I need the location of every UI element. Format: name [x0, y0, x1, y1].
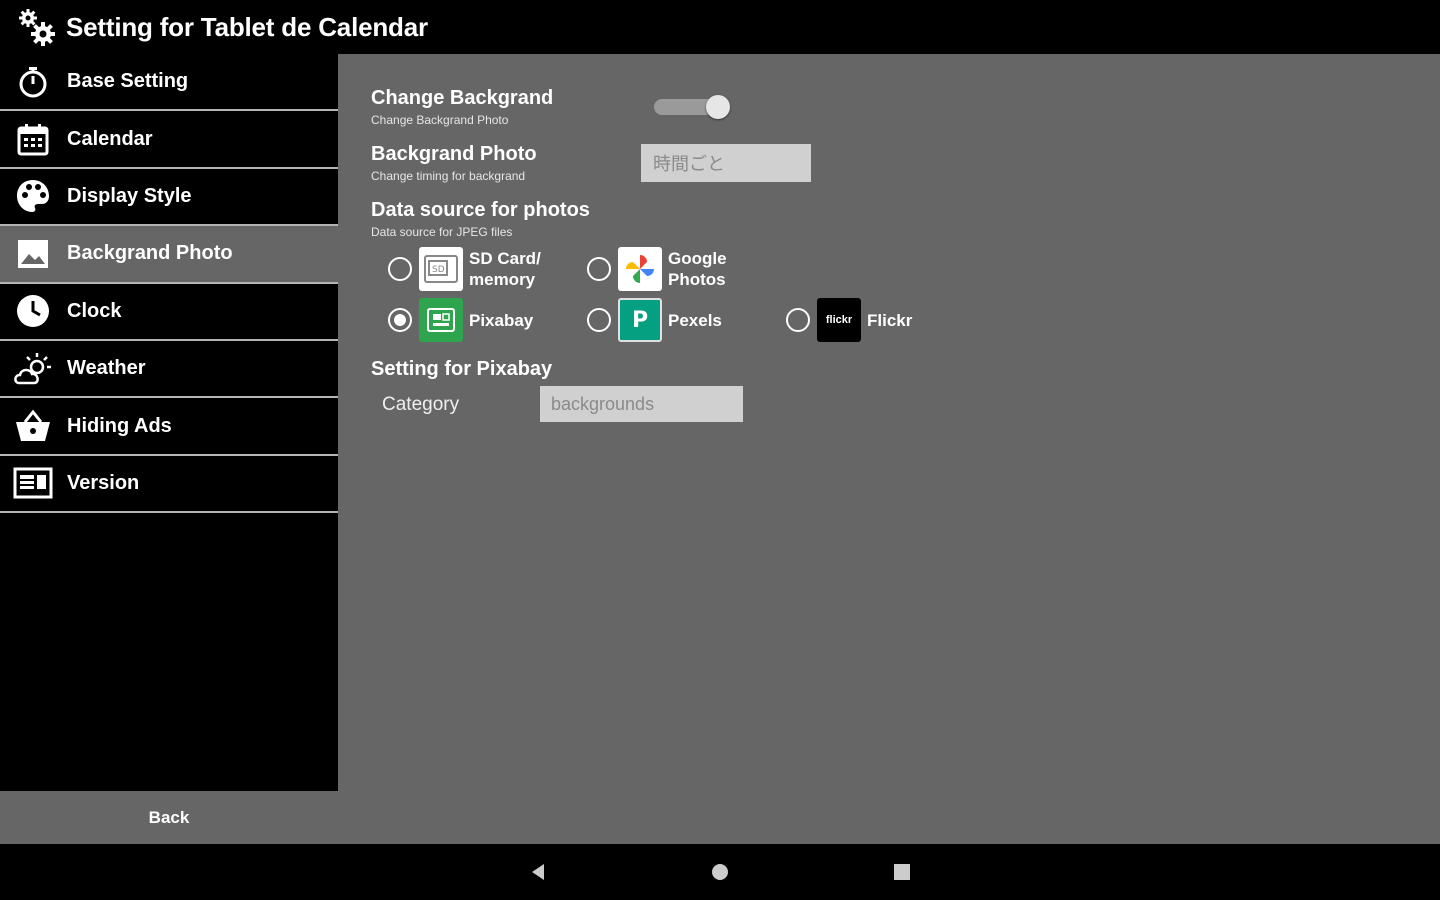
flickr-logo-text: flickr — [825, 314, 853, 326]
category-input[interactable]: backgrounds — [540, 386, 743, 422]
toggle-thumb — [706, 95, 730, 119]
google-photos-icon — [618, 247, 662, 291]
background-photo-setting: Backgrand Photo Change timing for backgr… — [371, 143, 537, 183]
sidebar-item-label: Clock — [67, 299, 122, 322]
sidebar-item-base-setting[interactable]: Base Setting — [0, 54, 338, 112]
sd-card-icon: SD — [419, 247, 463, 291]
image-icon — [13, 234, 53, 274]
calendar-icon — [13, 119, 53, 159]
sd-card-radio[interactable] — [388, 257, 412, 281]
source-label: Pixabay — [469, 310, 534, 330]
stopwatch-icon — [13, 62, 53, 102]
sidebar-item-label: Version — [67, 471, 140, 494]
basket-icon — [13, 406, 53, 446]
gears-icon — [14, 5, 58, 49]
change-background-toggle[interactable] — [654, 95, 730, 119]
sd-logo-text: SD — [432, 265, 445, 275]
weather-icon — [13, 349, 53, 389]
source-label: Flickr — [867, 310, 913, 330]
settings-panel: Change Backgrand Change Backgrand Photo … — [338, 54, 1440, 791]
sidebar-item-version[interactable]: Version — [0, 456, 338, 514]
setting-title: Backgrand Photo — [371, 143, 537, 165]
sidebar-item-label: Calendar — [67, 127, 153, 150]
back-button[interactable]: Back — [0, 791, 338, 844]
nav-recents-icon[interactable] — [884, 854, 920, 890]
pixabay-icon — [419, 298, 463, 342]
sidebar-item-label: Base Setting — [67, 70, 189, 93]
system-nav-bar — [0, 844, 1440, 900]
page-title: Setting for Tablet de Calendar — [66, 11, 428, 42]
source-label: SD Card/ memory — [469, 249, 541, 289]
flickr-radio[interactable] — [786, 308, 810, 332]
source-option-sd-card[interactable]: SD SD Card/ memory — [388, 247, 541, 291]
pexels-icon: P — [618, 298, 662, 342]
clock-icon — [13, 291, 53, 331]
sidebar-item-label: Display Style — [67, 184, 192, 207]
title-bar: Setting for Tablet de Calendar — [0, 0, 1440, 54]
category-label: Category — [382, 394, 460, 415]
sidebar-item-label: Hiding Ads — [67, 414, 172, 437]
sidebar-item-background-photo[interactable]: Backgrand Photo — [0, 226, 338, 284]
sidebar-item-label: Backgrand Photo — [67, 242, 233, 265]
sidebar-item-label: Weather — [67, 357, 146, 380]
pixabay-setting: Setting for Pixabay — [371, 358, 552, 381]
source-label: Google Photos — [668, 249, 727, 289]
sidebar: Base Setting Calendar Display Style Back… — [0, 54, 338, 791]
change-background-setting: Change Backgrand Change Backgrand Photo — [371, 87, 553, 127]
source-option-flickr[interactable]: flickr Flickr — [786, 298, 912, 342]
setting-title: Change Backgrand — [371, 87, 554, 109]
google-photos-radio[interactable] — [587, 257, 611, 281]
setting-title: Setting for Pixabay — [371, 358, 553, 380]
pexels-logo-text: P — [631, 307, 649, 333]
version-icon — [13, 463, 53, 503]
nav-home-icon[interactable] — [702, 854, 738, 890]
sidebar-item-calendar[interactable]: Calendar — [0, 111, 338, 169]
pexels-radio[interactable] — [587, 308, 611, 332]
sidebar-item-clock[interactable]: Clock — [0, 284, 338, 341]
back-bar: Back — [0, 791, 1440, 844]
sidebar-item-hiding-ads[interactable]: Hiding Ads — [0, 398, 338, 456]
pixabay-radio[interactable] — [388, 308, 412, 332]
palette-icon — [13, 176, 53, 216]
setting-subtitle: Data source for JPEG files — [371, 225, 513, 239]
source-option-google-photos[interactable]: Google Photos — [587, 247, 727, 291]
setting-subtitle: Change Backgrand Photo — [371, 113, 509, 127]
nav-back-icon[interactable] — [520, 854, 556, 890]
data-source-setting: Data source for photos Data source for J… — [371, 199, 590, 239]
background-timing-select[interactable]: 時間ごと — [641, 144, 811, 182]
setting-title: Data source for photos — [371, 199, 590, 221]
source-label: Pexels — [668, 310, 722, 330]
source-option-pixabay[interactable]: Pixabay — [388, 298, 533, 342]
sidebar-item-weather[interactable]: Weather — [0, 341, 338, 399]
flickr-icon: flickr — [817, 298, 861, 342]
sidebar-item-display-style[interactable]: Display Style — [0, 169, 338, 227]
source-option-pexels[interactable]: P Pexels — [587, 298, 722, 342]
setting-subtitle: Change timing for backgrand — [371, 169, 526, 183]
